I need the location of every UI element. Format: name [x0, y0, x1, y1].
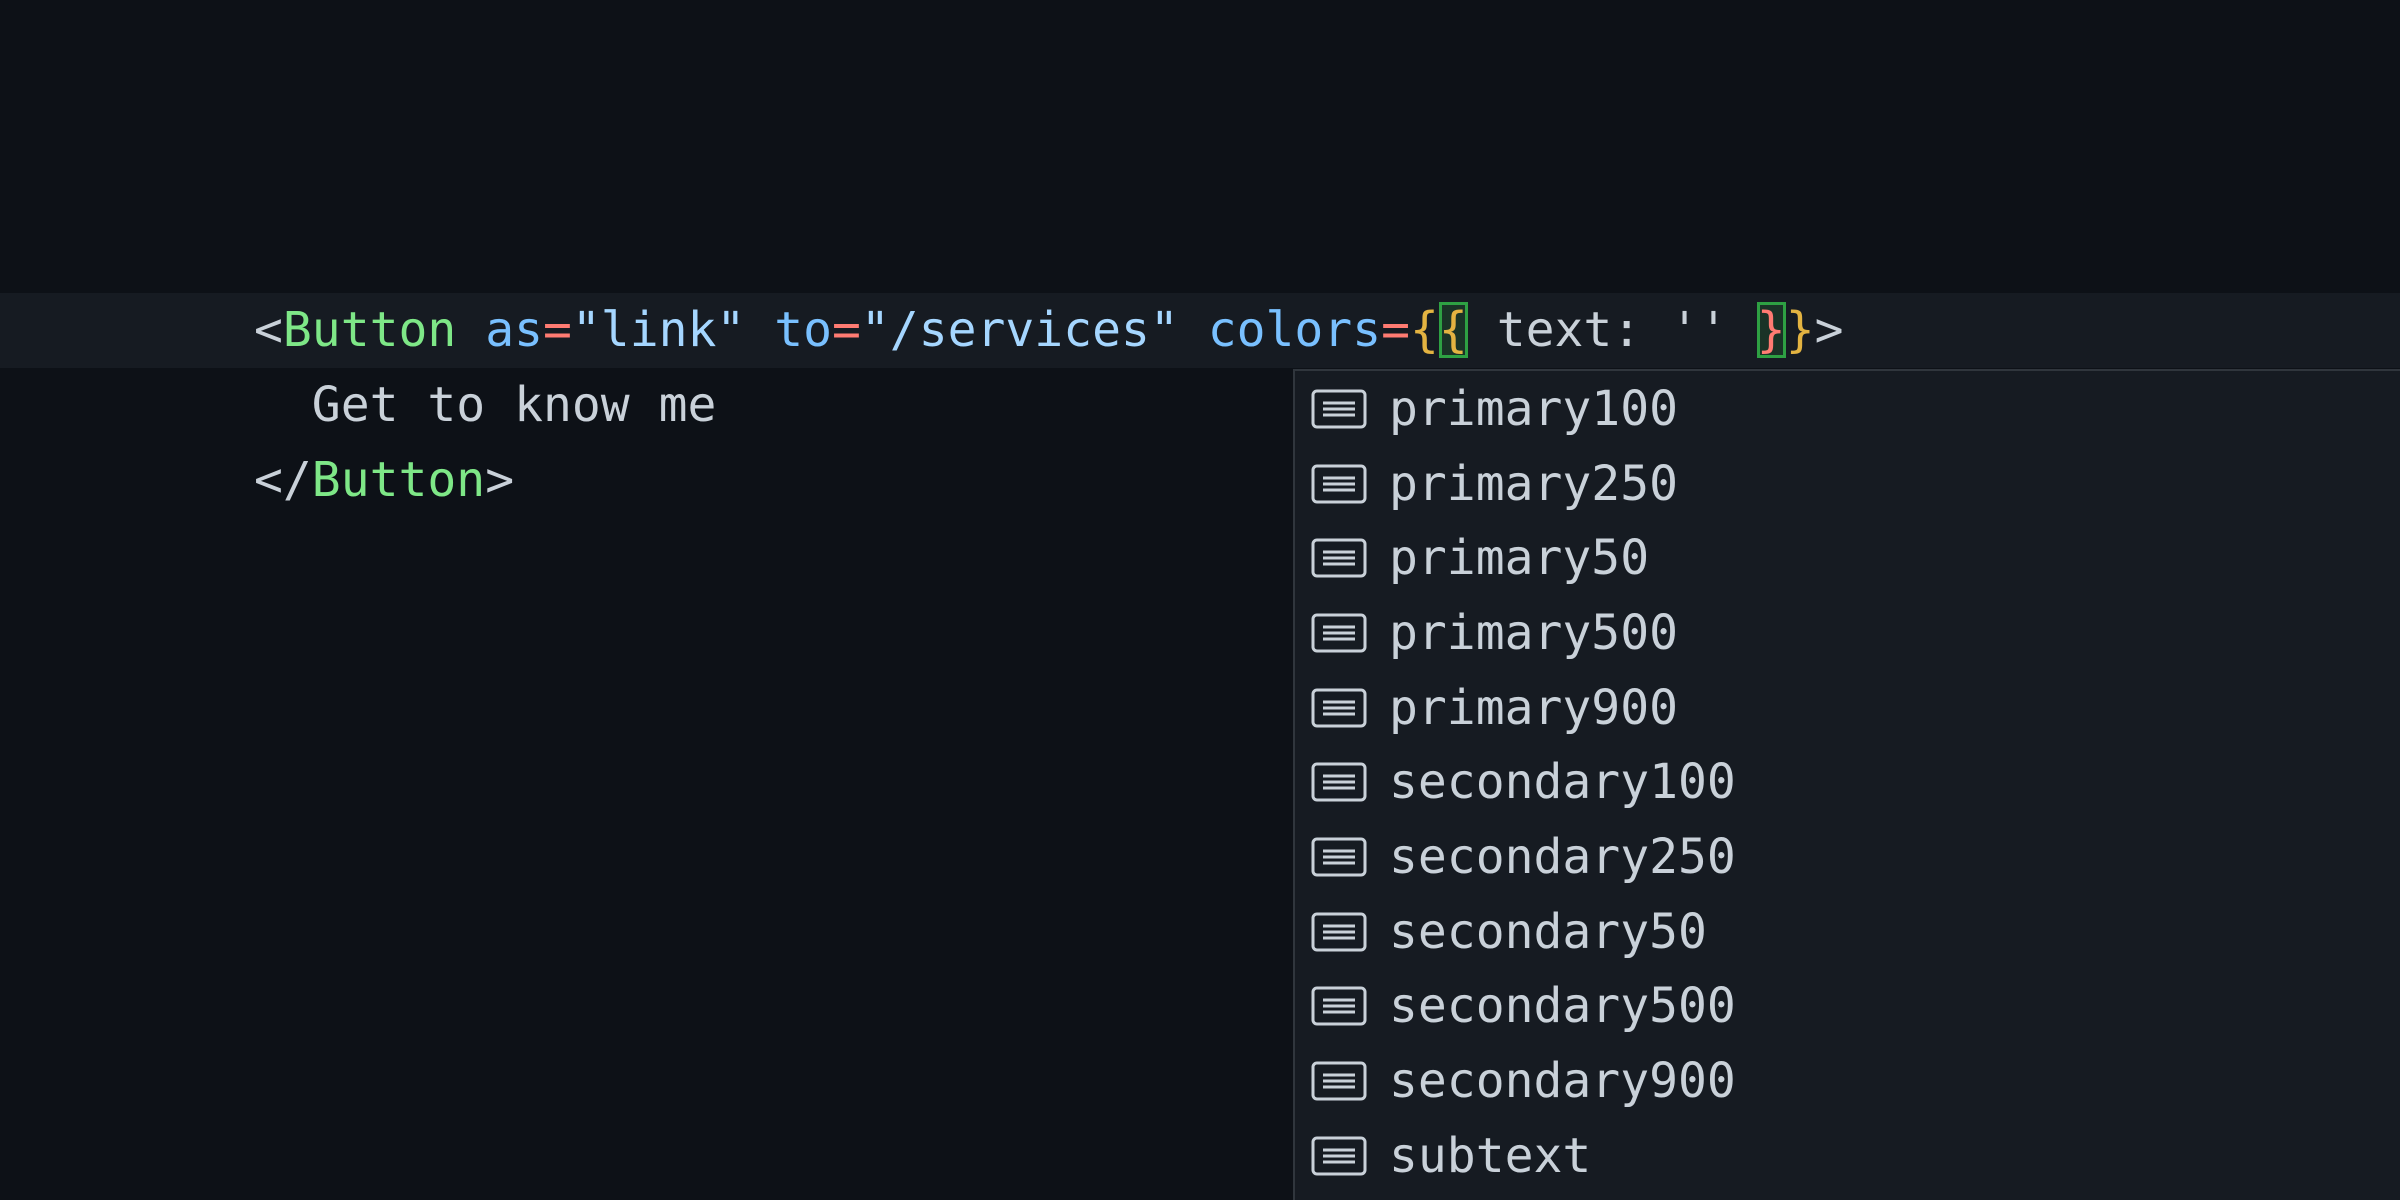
field-icon: [1311, 1136, 1367, 1175]
field-icon: [1311, 464, 1367, 503]
suggestion-item[interactable]: primary250: [1295, 446, 2400, 521]
attribute-to-value: "/services": [860, 302, 1179, 358]
suggestion-label: primary900: [1389, 679, 1678, 736]
attribute-to: to: [774, 302, 832, 358]
object-close-brace-matched: }: [1756, 302, 1786, 358]
code-line-1[interactable]: <Button as="link" to="/services" colors=…: [0, 293, 2400, 368]
attribute-as: as: [485, 302, 543, 358]
closing-tag-open-bracket: </: [254, 452, 312, 508]
jsx-open-brace: {: [1410, 302, 1439, 358]
suggestion-label: secondary50: [1389, 903, 1707, 960]
suggestion-item[interactable]: secondary250: [1295, 819, 2400, 894]
suggestion-label: secondary900: [1389, 1052, 1736, 1109]
equals-sign: =: [832, 302, 861, 358]
field-icon: [1311, 837, 1367, 876]
code-line-2-content: Get to know me: [254, 377, 717, 433]
object-open-brace-matched: {: [1438, 302, 1468, 358]
suggestion-item[interactable]: secondary100: [1295, 744, 2400, 819]
object-text-property: text: '': [1467, 302, 1757, 358]
suggestion-item[interactable]: primary500: [1295, 595, 2400, 670]
autocomplete-suggestion-list[interactable]: primary100 primary250 primary50 primary5…: [1293, 369, 2400, 1200]
closing-tag-close-bracket: >: [485, 452, 515, 508]
suggestion-item[interactable]: secondary900: [1295, 1043, 2400, 1118]
field-icon: [1311, 688, 1367, 727]
field-icon: [1311, 538, 1367, 577]
code-line-1-content: <Button as="link" to="/services" colors=…: [254, 293, 1844, 368]
suggestion-label: subtext: [1389, 1127, 1592, 1184]
field-icon: [1311, 389, 1367, 428]
attribute-colors: colors: [1207, 302, 1382, 358]
field-icon: [1311, 986, 1367, 1025]
suggestion-label: primary500: [1389, 604, 1678, 661]
suggestion-label: secondary100: [1389, 753, 1736, 810]
suggestion-item[interactable]: primary100: [1295, 371, 2400, 446]
code-line-3-content: </Button>: [254, 443, 514, 518]
closing-tag-name: Button: [311, 452, 486, 508]
suggestion-label: secondary500: [1389, 977, 1736, 1034]
suggestion-item[interactable]: primary900: [1295, 670, 2400, 745]
field-icon: [1311, 613, 1367, 652]
suggestion-label: primary100: [1389, 380, 1678, 437]
equals-sign: =: [1381, 302, 1410, 358]
tag-open-bracket: <: [254, 302, 283, 358]
equals-sign: =: [543, 302, 572, 358]
field-icon: [1311, 762, 1367, 801]
field-icon: [1311, 912, 1367, 951]
suggestion-item[interactable]: primary50: [1295, 520, 2400, 595]
tag-name: Button: [282, 302, 457, 358]
suggestion-label: primary250: [1389, 455, 1678, 512]
suggestion-item[interactable]: secondary500: [1295, 968, 2400, 1043]
code-editor[interactable]: <Button as="link" to="/services" colors=…: [0, 0, 2400, 1200]
suggestion-label: primary50: [1389, 529, 1650, 586]
suggestion-item[interactable]: secondary50: [1295, 894, 2400, 969]
tag-close-bracket: >: [1814, 302, 1844, 358]
attribute-as-value: "link": [571, 302, 746, 358]
jsx-close-brace: }: [1785, 302, 1815, 358]
suggestion-label: secondary250: [1389, 828, 1736, 885]
suggestion-item[interactable]: subtext: [1295, 1118, 2400, 1193]
field-icon: [1311, 1061, 1367, 1100]
